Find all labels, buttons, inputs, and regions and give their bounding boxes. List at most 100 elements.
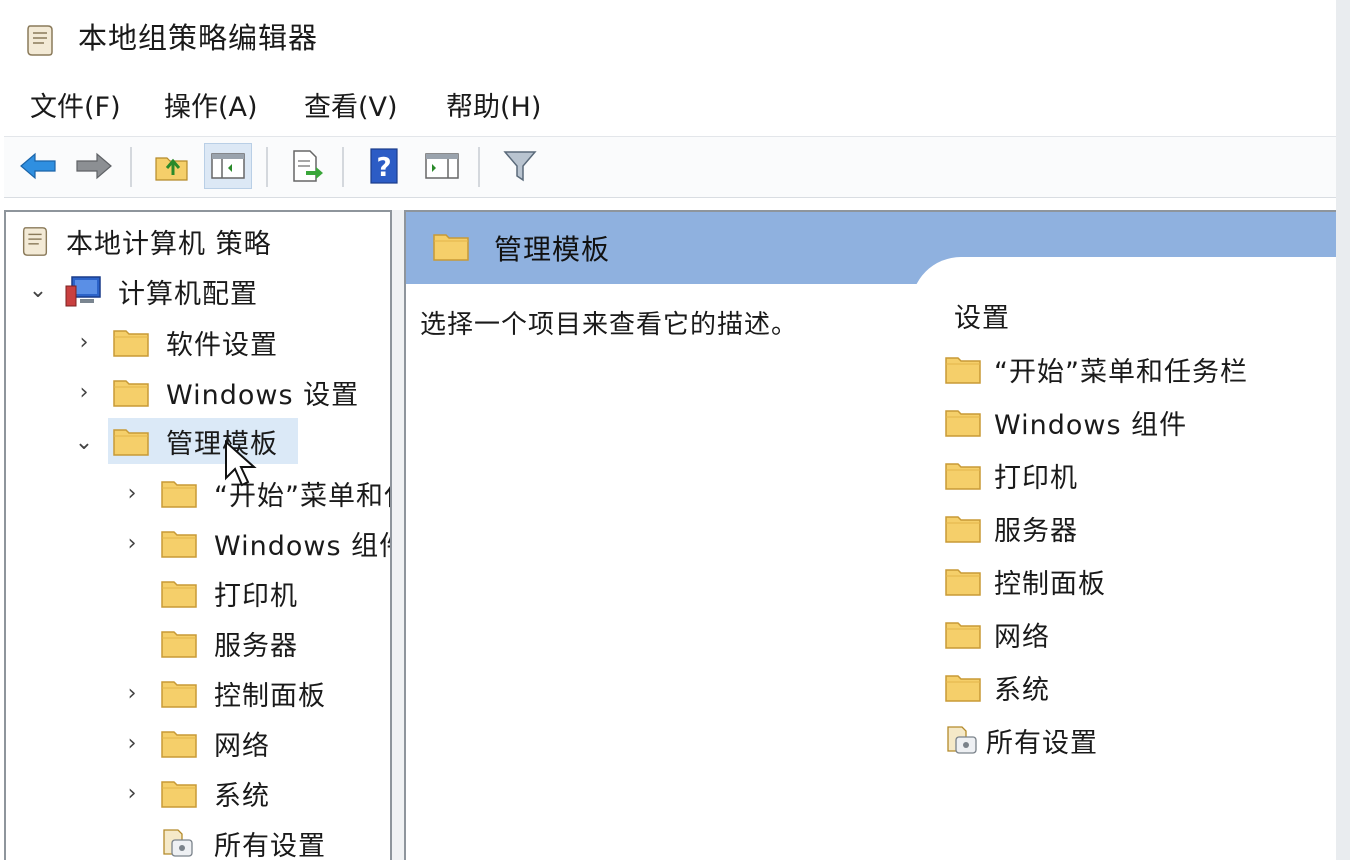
tree-item-printers[interactable]: 打印机 [160,570,298,616]
filter-button[interactable] [496,143,544,189]
tree-item-software-settings[interactable]: 软件设置 [112,319,278,365]
folder-icon [161,731,197,758]
folder-icon [433,234,469,261]
show-hide-tree-button[interactable] [204,143,252,189]
list-item-printers[interactable]: 打印机 [944,452,1078,498]
export-list-icon [293,150,323,182]
menu-action[interactable]: 操作(A) [160,88,262,128]
forward-icon [76,152,112,180]
back-icon [20,152,56,180]
help-icon: ? [370,148,398,184]
tree-item-server[interactable]: 服务器 [160,620,298,666]
list-item-control-panel[interactable]: 控制面板 [944,558,1106,604]
list-item-label: 网络 [994,621,1050,653]
export-list-button[interactable] [282,143,330,189]
window-title: 本地组策略编辑器 [78,21,319,55]
list-item-label: 所有设置 [986,727,1098,759]
list-item-all-settings[interactable]: 所有设置 [944,717,1098,763]
tree-item-control-panel[interactable]: 控制面板 [160,670,326,716]
chevron-right-icon[interactable]: › [120,781,144,806]
list-item-label: 打印机 [994,462,1078,494]
tree-item-admin-templates[interactable]: 管理模板 [108,418,298,464]
tree-item-computer-config[interactable]: 计算机配置 [64,268,258,314]
folder-icon [945,463,981,490]
list-item-windows-components[interactable]: Windows 组件 [944,399,1187,445]
list-item-label: Windows 组件 [994,409,1188,441]
menu-bar: 文件(F) 操作(A) 查看(V) 帮助(H) [0,82,1336,134]
tree-item-windows-settings[interactable]: Windows 设置 [112,369,359,415]
tree-item-network[interactable]: 网络 [160,720,270,766]
chevron-down-icon[interactable]: ⌄ [72,430,96,455]
list-item-system[interactable]: 系统 [944,664,1050,710]
folder-icon [113,380,149,407]
window-edge [1336,0,1350,860]
description-text: 选择一个项目来查看它的描述。 [420,310,799,340]
toolbar-separator [478,147,480,187]
folder-icon [161,481,197,508]
list-item-label: 系统 [994,674,1050,706]
up-folder-icon [155,157,188,181]
folder-icon [945,569,981,596]
tree-item-label: 服务器 [214,630,298,662]
computer-icon [65,276,101,307]
folder-icon [161,681,197,708]
tree-item-system[interactable]: 系统 [160,770,270,816]
tree-pane: 本地计算机 策略 ⌄ 计算机配置 › 软件设置 › Windows 设置 ⌄ 管… [4,210,392,860]
help-button[interactable]: ? [360,143,408,189]
tree-item-label: 本地计算机 策略 [66,228,272,260]
folder-icon [945,675,981,702]
details-title: 管理模板 [494,233,611,266]
tree-item-label: 系统 [214,780,270,812]
tree-item-windows-components[interactable]: Windows 组件 [160,520,392,566]
tree-item-all-settings[interactable]: 所有设置 [160,820,326,860]
chevron-right-icon[interactable]: › [120,531,144,556]
menu-view[interactable]: 查看(V) [300,88,402,128]
list-item-label: 服务器 [994,515,1078,547]
tree-item-label: 打印机 [214,580,298,612]
folder-icon [945,410,981,437]
folder-icon [945,357,981,384]
folder-icon [161,781,197,808]
pane-splitter[interactable] [392,210,404,860]
toolbar-separator [266,147,268,187]
chevron-right-icon[interactable]: › [120,481,144,506]
chevron-right-icon[interactable]: › [72,380,96,405]
up-level-button[interactable] [148,143,196,189]
tree-item-label: Windows 组件 [214,530,392,562]
policy-scroll-icon [22,227,48,256]
filter-icon [503,151,537,182]
all-settings-icon [947,726,977,754]
list-item-label: 控制面板 [994,568,1106,600]
folder-icon [161,531,197,558]
forward-button[interactable] [70,143,118,189]
list-item-start-menu[interactable]: “开始”菜单和任务栏 [944,346,1248,392]
chevron-right-icon[interactable]: › [72,330,96,355]
menu-file[interactable]: 文件(F) [26,88,125,128]
back-button[interactable] [14,143,62,189]
tree-item-root[interactable]: 本地计算机 策略 [18,218,272,264]
tree-item-label: 所有设置 [214,830,326,860]
toolbar-separator [130,147,132,187]
folder-icon [945,516,981,543]
tree-item-label: Windows 设置 [166,379,360,411]
policy-scroll-icon [27,25,53,56]
menu-help[interactable]: 帮助(H) [442,88,545,128]
folder-icon [945,622,981,649]
tree-item-start-menu[interactable]: “开始”菜单和任务栏 [160,470,390,516]
settings-column-header[interactable]: 设置 [954,296,1010,335]
list-item-server[interactable]: 服务器 [944,505,1078,551]
folder-icon [161,631,197,658]
chevron-down-icon[interactable]: ⌄ [26,278,50,303]
chevron-right-icon[interactable]: › [120,681,144,706]
tree-item-label: 软件设置 [166,329,278,361]
show-hide-tree-icon [211,153,245,179]
all-settings-icon [163,829,193,857]
list-item-network[interactable]: 网络 [944,611,1050,657]
chevron-right-icon[interactable]: › [120,731,144,756]
tree-item-label: 管理模板 [166,428,278,460]
toolbar: ? [4,136,1336,198]
svg-text:?: ? [376,153,391,183]
folder-icon [113,429,149,456]
tree-item-label: 计算机配置 [118,278,258,310]
show-action-pane-button[interactable] [418,143,466,189]
